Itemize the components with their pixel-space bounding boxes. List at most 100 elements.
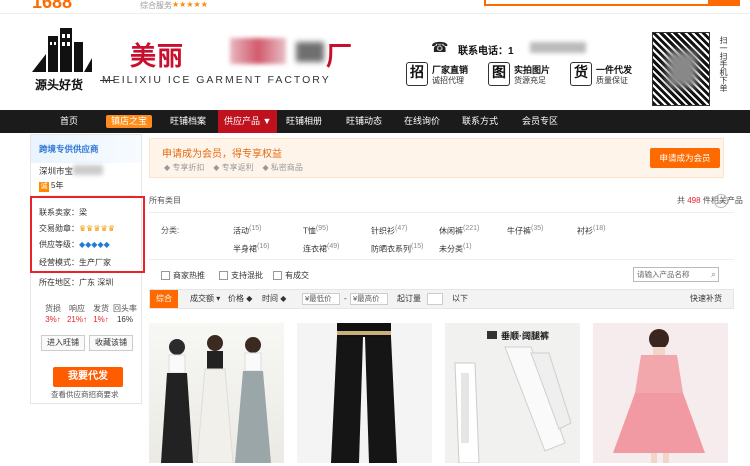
location: 所在地区：广东 深圳: [39, 278, 114, 287]
feature-badge: 货: [570, 62, 592, 86]
min-order-input[interactable]: [427, 293, 443, 305]
deal-label: 有成交: [285, 271, 309, 280]
feature-subtitle: 质量保证: [596, 76, 628, 85]
stat-value: 3%↑: [45, 315, 61, 324]
supplier-years: 诚 5年: [39, 180, 63, 192]
perk: 专享折扣: [172, 163, 205, 172]
product-card[interactable]: [593, 323, 728, 463]
member-perks: ◆ 专享折扣 ◆ 专享返利 ◆ 私密商品: [164, 163, 303, 172]
category-item[interactable]: 针织衫(47): [371, 225, 407, 237]
feature-badge: 招: [406, 62, 428, 86]
category-item[interactable]: 衬衫(18): [577, 225, 605, 237]
nav-home[interactable]: 首页: [60, 110, 78, 133]
perk: 私密商品: [270, 163, 303, 172]
search-icon[interactable]: ⌕: [711, 268, 716, 281]
product-image: [161, 335, 271, 463]
category-item[interactable]: 半身裙(16): [233, 243, 269, 255]
sort-volume[interactable]: 成交额 ▾: [190, 290, 220, 308]
product-card[interactable]: [149, 323, 284, 463]
product-image: [613, 329, 705, 463]
category-item[interactable]: 防晒衣系列(15): [371, 243, 423, 255]
rating-stars: ★★★★★: [172, 0, 208, 9]
nav-members[interactable]: 会员专区: [522, 110, 558, 133]
shop-header: 源头好货 美丽 厂 MEILIXIU ICE GARMENT FACTORY ☎…: [0, 14, 750, 110]
building-logo-icon: [32, 28, 92, 72]
search-placeholder: 请输入产品名称: [637, 270, 690, 279]
max-price-input[interactable]: ¥最高价: [350, 293, 388, 305]
mixed-checkbox[interactable]: [219, 271, 228, 280]
site-search-button[interactable]: [710, 0, 740, 6]
logo-subtitle: 源头好货: [35, 78, 84, 92]
count-prefix: 共: [677, 196, 685, 205]
rating-label: 综合服务: [140, 1, 172, 10]
nav-products[interactable]: 供应产品 ▼: [218, 110, 278, 133]
deal-checkbox[interactable]: [273, 271, 282, 280]
shop-name-english: MEILIXIU ICE GARMENT FACTORY: [100, 74, 331, 86]
feature-badge: 图: [488, 62, 510, 86]
sort-overall[interactable]: 综合: [150, 290, 178, 308]
min-order-label: 起订量: [397, 294, 421, 303]
supplier-badge-text: 跨境专供供应商: [39, 144, 99, 154]
top-strip: 1688 综合服务 ★★★★★: [0, 0, 750, 14]
stat-value: 21%↑: [66, 315, 87, 324]
phone-label: 联系电话：1: [458, 46, 514, 57]
supplier-name-blurred: [73, 165, 103, 175]
favorite-shop-button[interactable]: 收藏该铺: [89, 335, 133, 351]
sort-bar: 综合 成交额 ▾ 价格 ◆ 时间 ◆ ¥最低价 - ¥最高价 起订量 以下 快速…: [149, 289, 734, 309]
product-card[interactable]: 垂顺·阔腿裤: [445, 323, 580, 463]
product-image: [454, 346, 572, 463]
category-item[interactable]: 未分类(1): [439, 243, 472, 255]
member-title: 申请成为会员，得专享权益: [162, 149, 282, 160]
nav-treasure[interactable]: 镇店之宝: [106, 115, 153, 128]
product-card[interactable]: [297, 323, 432, 463]
nav-album[interactable]: 旺铺相册: [286, 110, 322, 133]
min-price-input[interactable]: ¥最低价: [302, 293, 340, 305]
below-label: 以下: [452, 294, 468, 303]
sort-time[interactable]: 时间 ◆: [262, 290, 286, 308]
agent-requirements-link[interactable]: 查看供应商招商要求: [51, 389, 119, 400]
hot-checkbox[interactable]: [161, 271, 170, 280]
category-item[interactable]: 连衣裙(49): [303, 243, 339, 255]
supplier-region: 深圳市宝: [39, 166, 74, 176]
collapse-icon[interactable]: ︿: [714, 194, 728, 208]
stat-value: 16%: [116, 315, 133, 324]
enter-shop-button[interactable]: 进入旺铺: [41, 335, 85, 351]
category-item[interactable]: 休闲裤(221): [439, 225, 479, 237]
quick-restock[interactable]: 快速补货: [690, 290, 722, 308]
phone-number-blurred: [530, 42, 586, 53]
category-item[interactable]: T恤(95): [303, 225, 328, 237]
stat-header: 发货: [93, 304, 109, 313]
category-filter: 分类: 活动(15) T恤(95) 针织衫(47) 休闲裤(221) 牛仔裤(3…: [149, 212, 734, 260]
nav-inquiry[interactable]: 在线询价: [404, 110, 440, 133]
sort-price[interactable]: 价格 ◆: [228, 290, 252, 308]
phone-icon: ☎: [431, 39, 449, 55]
years-value: 5年: [51, 181, 64, 190]
nav-news[interactable]: 旺铺动态: [346, 110, 382, 133]
stat-value: 1%↑: [93, 315, 109, 324]
filter-row: 商家热推 支持混批 有成交 请输入产品名称 ⌕: [149, 266, 734, 286]
site-search-input[interactable]: [484, 0, 710, 6]
shop-nav: 首页 镇店之宝 旺铺档案 供应产品 ▼ 旺铺相册 旺铺动态 在线询价 联系方式 …: [0, 110, 750, 133]
qr-caption: 扫一扫手机下单: [719, 36, 728, 92]
stats-headers: 货损 响应 发货 回头率: [41, 303, 139, 314]
hot-label: 商家热推: [173, 271, 205, 280]
all-categories-label[interactable]: 所有类目: [149, 195, 181, 206]
product-search-input[interactable]: 请输入产品名称 ⌕: [633, 267, 719, 282]
site-logo[interactable]: 1688: [32, 0, 72, 13]
nav-contact[interactable]: 联系方式: [462, 110, 498, 133]
perk: 专享返利: [221, 163, 254, 172]
member-banner: 申请成为会员，得专享权益 ◆ 专享折扣 ◆ 专享返利 ◆ 私密商品 申请成为会员: [149, 138, 724, 178]
apply-member-button[interactable]: 申请成为会员: [650, 148, 720, 168]
shop-name-prefix: 美丽: [130, 42, 185, 72]
nav-archive[interactable]: 旺铺档案: [170, 110, 206, 133]
product-image: [331, 323, 397, 463]
dropship-button[interactable]: 我要代发: [53, 367, 123, 387]
category-item[interactable]: 牛仔裤(35): [507, 225, 543, 237]
stats-values: 3%↑ 21%↑ 1%↑ 16%: [41, 315, 139, 324]
qr-code: [652, 32, 710, 106]
shop-name-blurred-2: [296, 42, 324, 62]
category-item[interactable]: 活动(15): [233, 225, 261, 237]
highlight-box: [30, 196, 145, 273]
stat-header: 货损: [45, 304, 61, 313]
category-label: 分类:: [161, 226, 180, 235]
